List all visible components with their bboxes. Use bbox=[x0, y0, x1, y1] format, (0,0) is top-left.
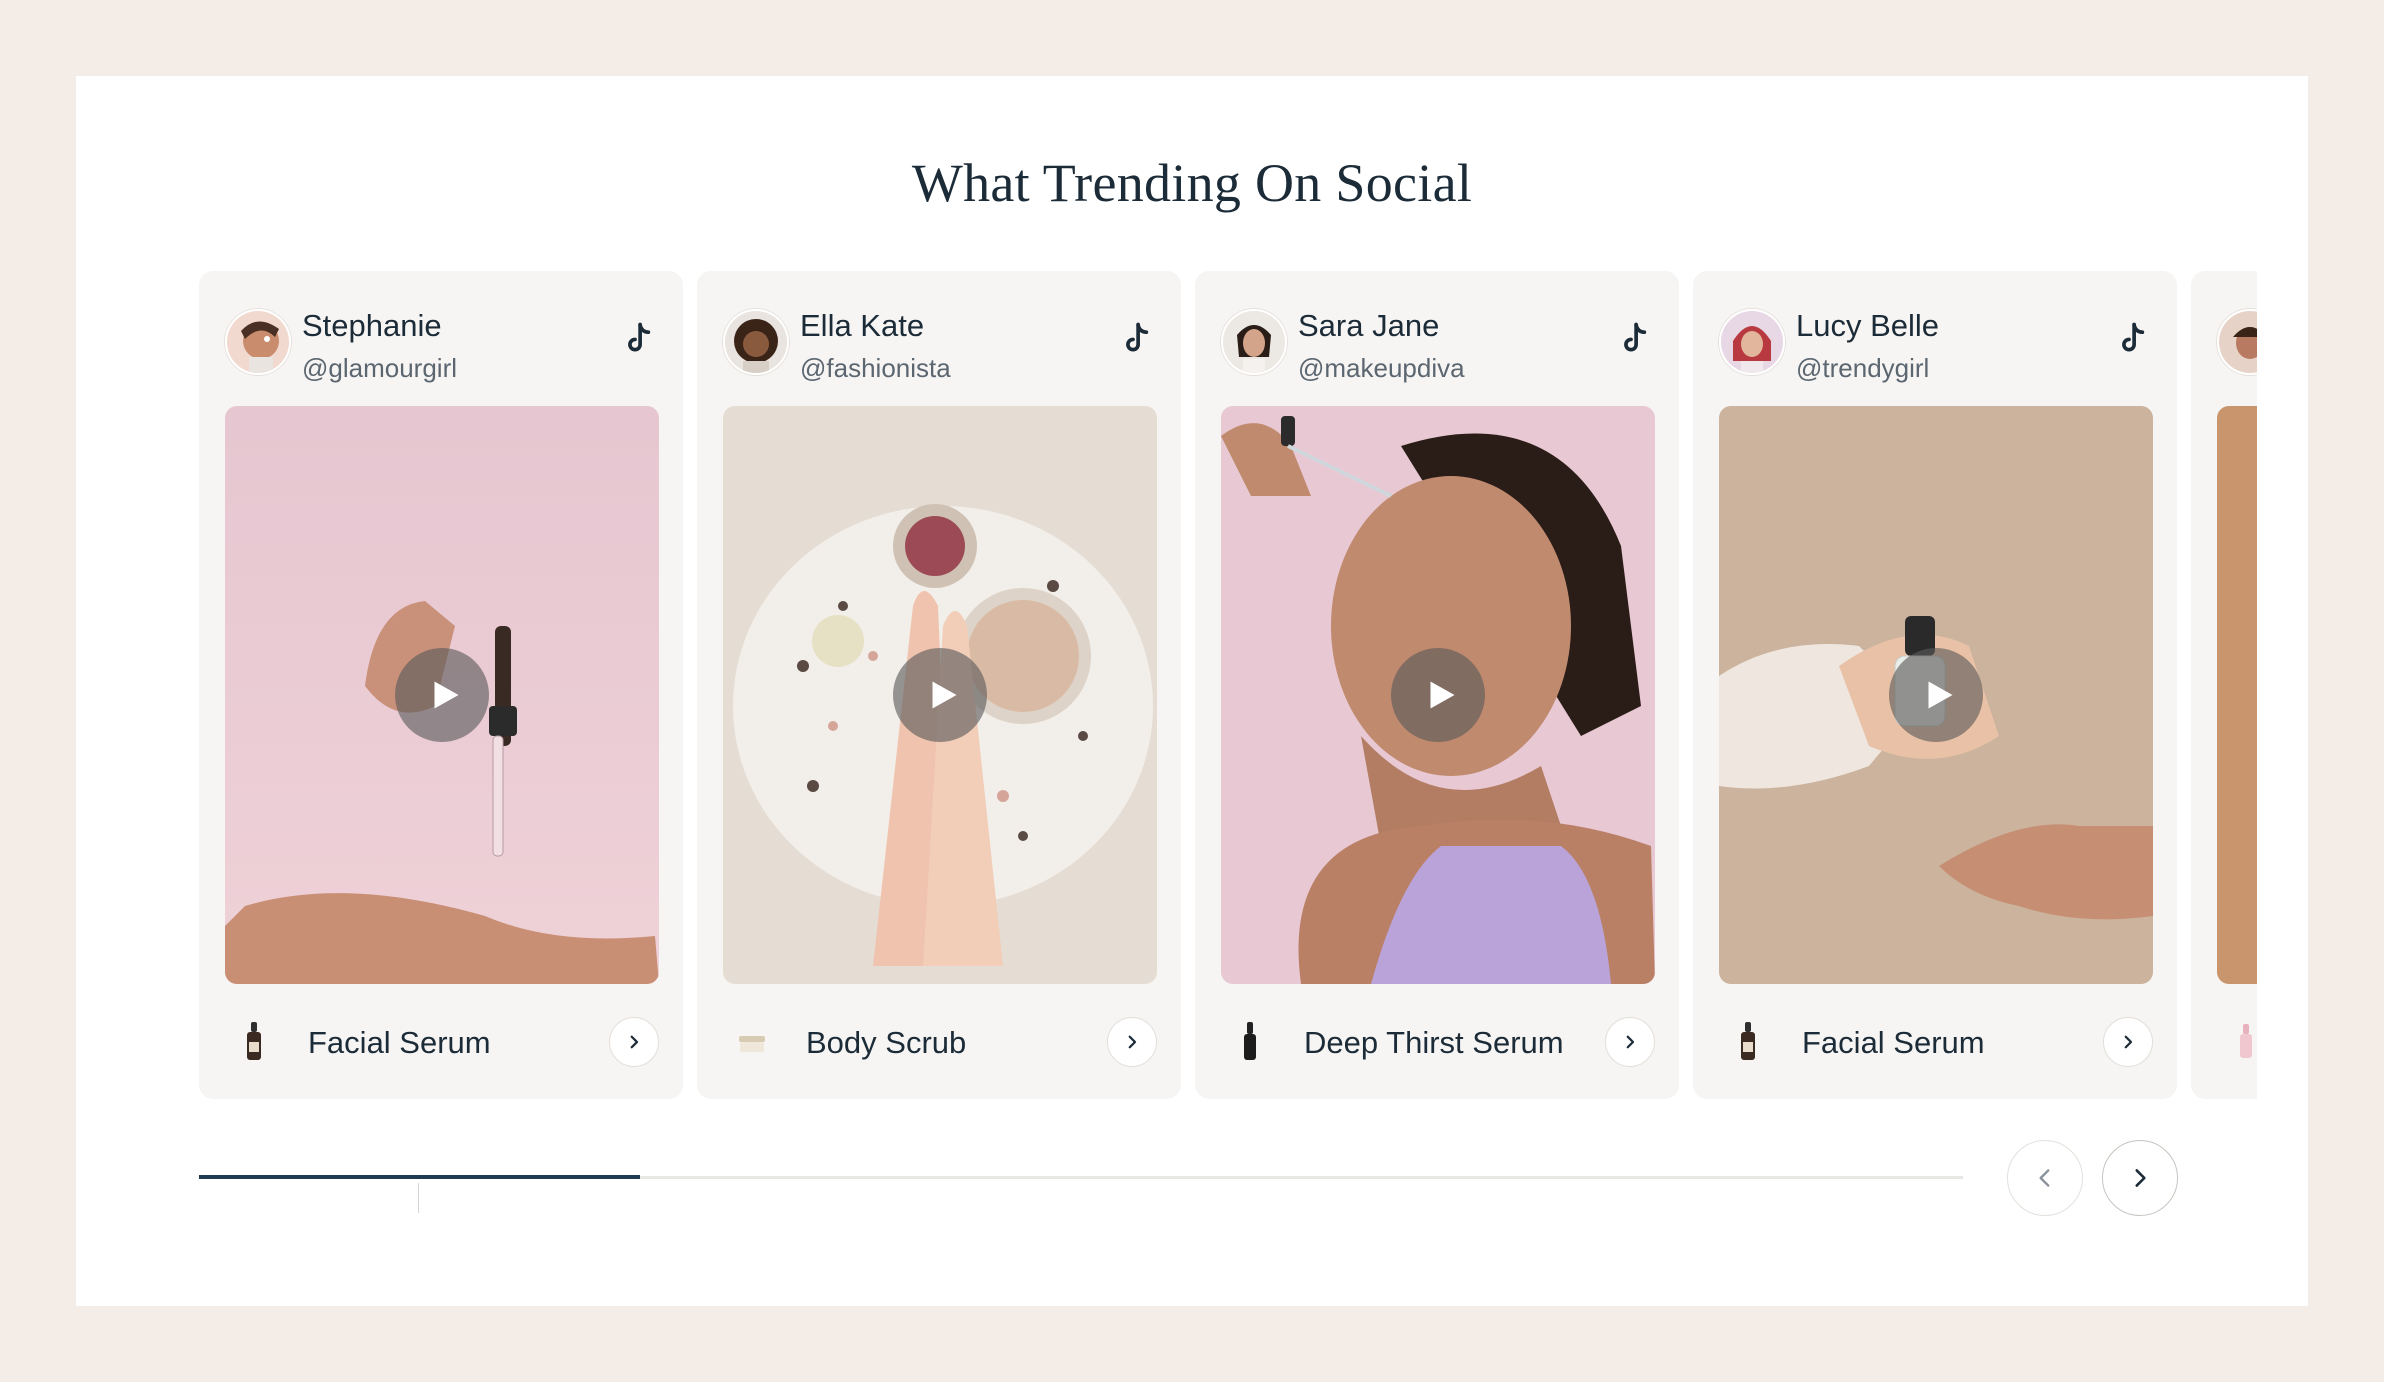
avatar bbox=[225, 309, 291, 375]
product-link[interactable]: Facial Serum bbox=[1719, 1006, 2153, 1078]
product-arrow-button[interactable] bbox=[1107, 1017, 1157, 1067]
avatar bbox=[1221, 309, 1287, 375]
chevron-right-icon bbox=[630, 1035, 639, 1049]
avatar bbox=[2217, 309, 2257, 375]
chevron-right-icon bbox=[1128, 1035, 1137, 1049]
social-card-partial[interactable] bbox=[2191, 271, 2257, 1099]
chevron-right-icon bbox=[2135, 1169, 2146, 1187]
video-thumbnail[interactable] bbox=[2217, 406, 2257, 984]
product-arrow-button[interactable] bbox=[1605, 1017, 1655, 1067]
product-arrow-button[interactable] bbox=[609, 1017, 659, 1067]
jar-icon bbox=[739, 1036, 765, 1052]
chevron-right-icon bbox=[2124, 1035, 2133, 1049]
product-arrow-button[interactable] bbox=[2103, 1017, 2153, 1067]
play-button[interactable] bbox=[1391, 648, 1485, 742]
carousel-next-button[interactable] bbox=[2102, 1140, 2178, 1216]
dropper-bottle-icon bbox=[1244, 1022, 1256, 1060]
play-button[interactable] bbox=[395, 648, 489, 742]
carousel-progress[interactable] bbox=[199, 1175, 1963, 1179]
product-link[interactable] bbox=[2217, 1006, 2257, 1078]
avatar bbox=[723, 309, 789, 375]
video-image bbox=[2217, 406, 2257, 984]
social-card[interactable]: Sara Jane @makeupdiva Deep Thirst Serum bbox=[1195, 271, 1679, 1099]
social-card[interactable]: Stephanie @glamourgirl Facial Serum bbox=[199, 271, 683, 1099]
product-name: Facial Serum bbox=[308, 1025, 491, 1060]
tiktok-icon[interactable] bbox=[1119, 321, 1153, 359]
product-name: Deep Thirst Serum bbox=[1304, 1025, 1564, 1060]
social-carousel[interactable]: Stephanie @glamourgirl Facial Serum Ella… bbox=[199, 271, 2257, 1101]
creator-name: Sara Jane bbox=[1298, 308, 1440, 343]
play-button[interactable] bbox=[893, 648, 987, 742]
avatar bbox=[1719, 309, 1785, 375]
dropper-bottle-icon bbox=[247, 1022, 261, 1060]
tiktok-icon[interactable] bbox=[2115, 321, 2149, 359]
creator-name: Stephanie bbox=[302, 308, 442, 343]
creator-name: Lucy Belle bbox=[1796, 308, 1940, 343]
creator-handle[interactable]: @makeupdiva bbox=[1298, 353, 1465, 384]
creator-name: Ella Kate bbox=[800, 308, 925, 343]
dropper-bottle-icon bbox=[1741, 1022, 1755, 1060]
section-title: What Trending On Social bbox=[911, 153, 1473, 213]
video-thumbnail[interactable] bbox=[225, 406, 659, 984]
creator-handle[interactable]: @trendygirl bbox=[1796, 353, 1929, 384]
tiktok-icon[interactable] bbox=[1617, 321, 1651, 359]
video-thumbnail[interactable] bbox=[1221, 406, 1655, 984]
video-thumbnail[interactable] bbox=[1719, 406, 2153, 984]
creator-handle[interactable]: @fashionista bbox=[800, 353, 951, 384]
play-icon bbox=[932, 681, 957, 709]
social-card[interactable]: Ella Kate @fashionista Body Scrub bbox=[697, 271, 1181, 1099]
creator-handle[interactable]: @glamourgirl bbox=[302, 353, 457, 384]
tiktok-icon[interactable] bbox=[621, 321, 655, 359]
carousel-progress-fill bbox=[199, 1175, 640, 1179]
social-card[interactable]: Lucy Belle @trendygirl Facial Serum bbox=[1693, 271, 2177, 1099]
product-link[interactable]: Body Scrub bbox=[723, 1006, 1157, 1078]
product-name: Facial Serum bbox=[1802, 1025, 1985, 1060]
video-thumbnail[interactable] bbox=[723, 406, 1157, 984]
product-link[interactable]: Facial Serum bbox=[225, 1006, 659, 1078]
play-button[interactable] bbox=[1889, 648, 1983, 742]
dropper-bottle-icon bbox=[2240, 1024, 2252, 1058]
play-icon bbox=[1928, 681, 1953, 709]
play-icon bbox=[1430, 681, 1455, 709]
progress-tick bbox=[418, 1183, 419, 1213]
chevron-left-icon bbox=[2039, 1169, 2050, 1187]
play-icon bbox=[434, 681, 459, 709]
product-link[interactable]: Deep Thirst Serum bbox=[1221, 1006, 1655, 1078]
product-name: Body Scrub bbox=[806, 1025, 967, 1060]
chevron-right-icon bbox=[1626, 1035, 1635, 1049]
carousel-prev-button[interactable] bbox=[2007, 1140, 2083, 1216]
